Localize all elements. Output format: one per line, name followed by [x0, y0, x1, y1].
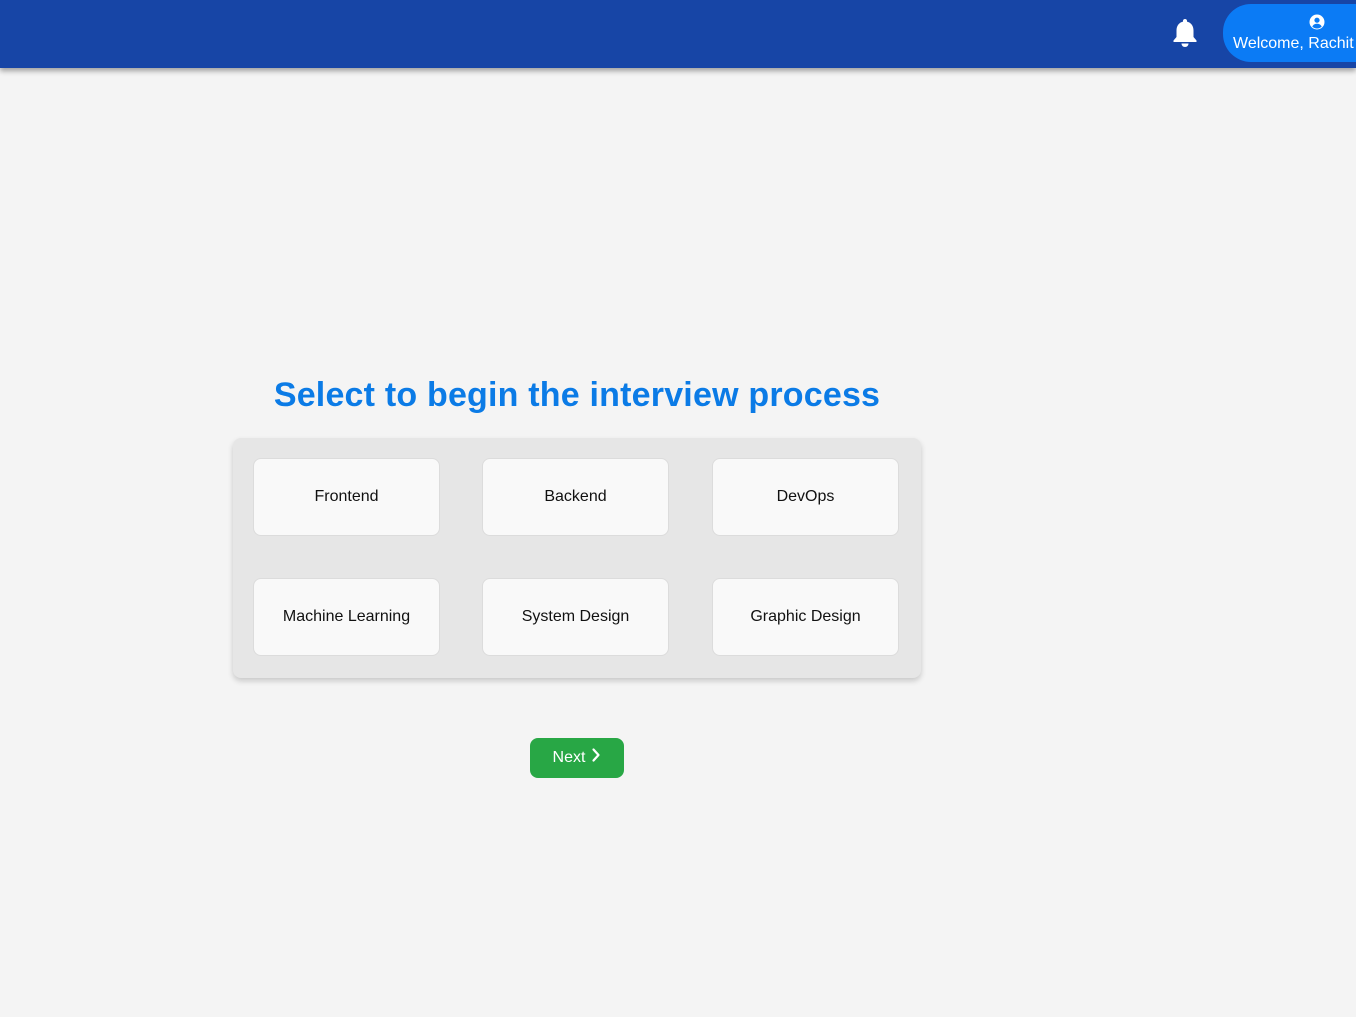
option-frontend[interactable]: Frontend — [253, 458, 440, 536]
option-system-design[interactable]: System Design — [482, 578, 669, 656]
welcome-label: Welcome, Rachit — [1233, 35, 1354, 52]
user-circle-icon — [1309, 14, 1325, 30]
next-button[interactable]: Next — [530, 738, 624, 778]
option-devops[interactable]: DevOps — [712, 458, 899, 536]
chevron-right-icon — [591, 747, 601, 763]
track-selection-panel: Frontend Backend DevOps Machine Learning… — [233, 438, 921, 678]
option-backend[interactable]: Backend — [482, 458, 669, 536]
notification-bell-icon[interactable] — [1170, 17, 1200, 49]
top-navbar: Welcome, Rachit — [0, 0, 1356, 68]
next-button-label: Next — [552, 749, 586, 766]
option-graphic-design[interactable]: Graphic Design — [712, 578, 899, 656]
welcome-user-button[interactable]: Welcome, Rachit — [1223, 4, 1356, 62]
page-title: Select to begin the interview process — [273, 376, 881, 414]
option-machine-learning[interactable]: Machine Learning — [253, 578, 440, 656]
